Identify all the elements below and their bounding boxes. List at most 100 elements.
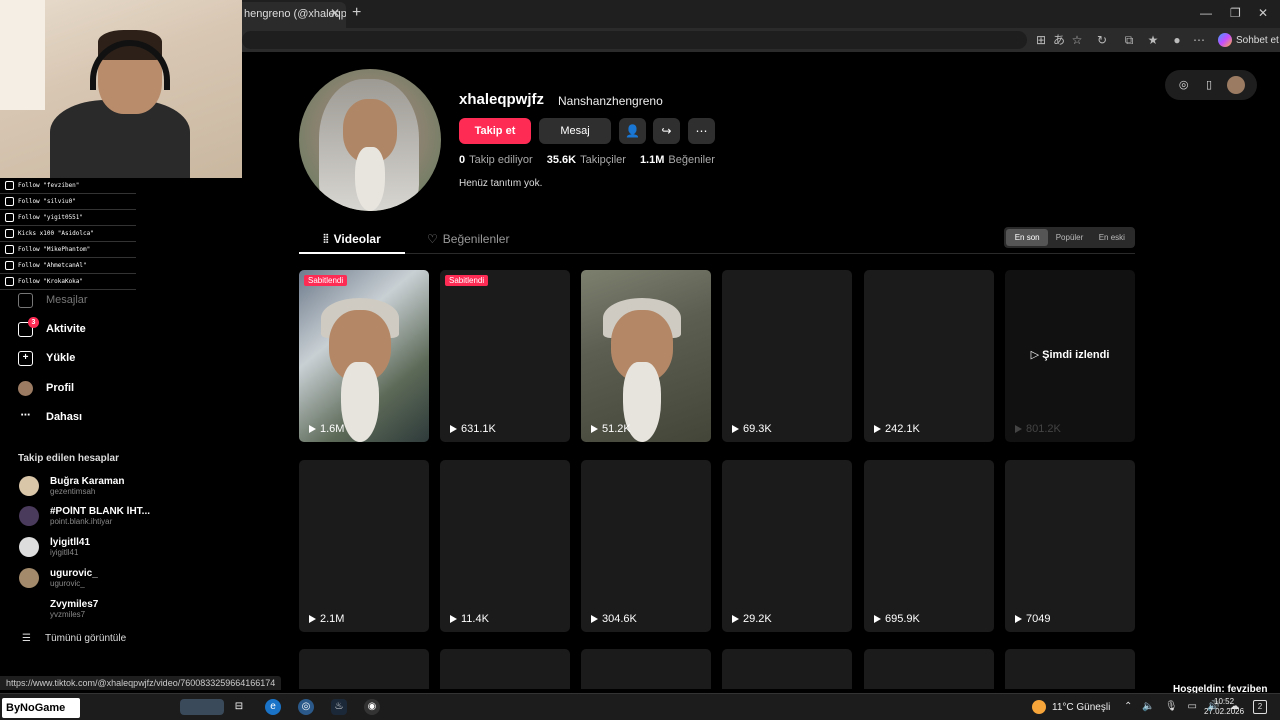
profile-avatar[interactable] (299, 69, 441, 211)
video-card[interactable]: 242.1K (864, 270, 994, 442)
sort-selector: En son Popüler En eski (1004, 227, 1135, 248)
close-tab-icon[interactable]: ✕ (330, 6, 340, 20)
play-icon (1015, 425, 1022, 433)
obs-icon[interactable]: ◉ (364, 699, 380, 715)
copilot-button[interactable]: Sohbet et (1218, 33, 1279, 47)
split-screen-icon[interactable]: ⧉ (1122, 33, 1136, 47)
nav-profile[interactable]: Profil (18, 378, 74, 398)
new-tab-icon[interactable]: + (352, 4, 361, 22)
video-card[interactable] (581, 649, 711, 689)
add-friend-icon[interactable]: 👤 (619, 118, 646, 144)
task-view-icon[interactable]: ⊟ (231, 699, 247, 715)
weather-widget[interactable]: 11°C Güneşli (1032, 700, 1110, 714)
activity-badge: 3 (28, 316, 39, 328)
minimize-icon[interactable]: — (1200, 6, 1212, 20)
heart-icon (5, 277, 14, 286)
view-count: 801.2K (1015, 423, 1061, 435)
following-account[interactable]: Zvymiles7 yvzmiles7 (19, 599, 150, 619)
profile-icon[interactable]: ● (1170, 33, 1184, 47)
message-button[interactable]: Mesaj (539, 118, 611, 144)
following-account[interactable]: ugurovic_ ugurovic_ (19, 568, 150, 588)
app-icon[interactable]: ◎ (298, 699, 314, 715)
refresh-icon[interactable]: ↻ (1095, 33, 1109, 47)
pinned-badge: Sabitlendi (304, 275, 348, 286)
following-account[interactable]: #POİNT BLANK İHT... point.blank.ihtiyar (19, 506, 150, 526)
follow-button[interactable]: Takip et (459, 118, 531, 144)
view-count: 1.6M (309, 423, 344, 435)
stat-followers[interactable]: 35.6K Takipçiler (547, 154, 626, 166)
maximize-icon[interactable]: ❐ (1230, 6, 1241, 20)
network-icon[interactable]: ▭ (1188, 701, 1197, 712)
video-card[interactable] (722, 649, 852, 689)
video-card[interactable]: 51.2K (581, 270, 711, 442)
sort-latest[interactable]: En son (1006, 229, 1049, 246)
more-icon[interactable]: ⋯ (1192, 33, 1206, 47)
see-all-following[interactable]: ☰ Tümünü görüntüle (22, 633, 126, 644)
video-card[interactable]: 69.3K (722, 270, 852, 442)
tab-videos[interactable]: ⦙⦙ Videolar (299, 232, 405, 254)
video-card[interactable]: 11.4K (440, 460, 570, 632)
translate-icon[interactable]: あ (1052, 33, 1066, 47)
chevron-up-icon[interactable]: ⌃ (1124, 701, 1132, 712)
sort-popular[interactable]: Popüler (1048, 229, 1090, 246)
video-card[interactable] (299, 649, 429, 689)
video-card[interactable]: 304.6K (581, 460, 711, 632)
share-icon[interactable]: ↪ (653, 118, 680, 144)
view-count: 51.2K (591, 423, 631, 435)
profile-stats: 0 Takip ediliyor 35.6K Takipçiler 1.1M Beğe… (459, 154, 715, 166)
avatar (19, 476, 39, 496)
heart-icon (5, 261, 14, 270)
view-count: 304.6K (591, 613, 637, 625)
video-card[interactable]: 7049 (1005, 460, 1135, 632)
compass-icon[interactable]: ◎ (1177, 78, 1191, 92)
more-options-icon[interactable]: ⋯ (688, 118, 715, 144)
video-card-watched[interactable]: ▷ Şimdi izlendi 801.2K (1005, 270, 1135, 442)
microphone-icon[interactable]: 🎙 (1165, 701, 1178, 712)
avatar (19, 568, 39, 588)
sort-oldest[interactable]: En eski (1091, 229, 1133, 246)
overlay-event: Follow "KrokaKoka" (0, 274, 136, 290)
steam-icon[interactable]: ♨ (331, 699, 347, 715)
kick-icon (5, 229, 14, 238)
notification-icon[interactable]: 2 (1253, 700, 1267, 714)
video-card[interactable]: 29.2K (722, 460, 852, 632)
avatar (19, 537, 39, 557)
video-card[interactable] (1005, 649, 1135, 689)
following-account[interactable]: İyigitll41 iyigitll41 (19, 537, 150, 557)
following-account[interactable]: Buğra Karaman gezentimsah (19, 476, 150, 496)
nav-activity[interactable]: 3 Aktivite (18, 316, 86, 339)
address-bar[interactable] (242, 31, 1027, 49)
favorite-star-icon[interactable]: ☆ (1070, 33, 1084, 47)
user-avatar[interactable] (1227, 76, 1246, 94)
stat-following[interactable]: 0 Takip ediliyor (459, 154, 533, 166)
sohbet-label: Sohbet et (1236, 34, 1279, 46)
clock[interactable]: 10:52 27.02.2026 (1204, 697, 1244, 717)
video-card[interactable] (864, 649, 994, 689)
nav-more[interactable]: ⋯ Dahası (18, 407, 83, 427)
sun-icon (1032, 700, 1046, 714)
browser-tab[interactable]: hengreno (@xhaleqpwjfz ✕ (236, 2, 346, 28)
edge-icon[interactable]: e (265, 699, 281, 715)
video-card[interactable]: Sabitlendi 631.1K (440, 270, 570, 442)
nav-messages[interactable]: Mesajlar (18, 290, 88, 310)
video-card[interactable]: 2.1M (299, 460, 429, 632)
video-card[interactable] (440, 649, 570, 689)
tab-liked[interactable]: ♡ Beğenilenler (427, 232, 509, 254)
profile-nickname: Nanshanzhengreno (558, 94, 663, 108)
webcam-overlay (0, 0, 242, 178)
play-icon (309, 615, 316, 623)
video-card[interactable]: 695.9K (864, 460, 994, 632)
apps-icon[interactable]: ⊞ (1034, 33, 1048, 47)
stream-events-overlay: Follow "fevziben" Follow "silviu0" Follo… (0, 178, 136, 290)
link-status-url: https://www.tiktok.com/@xhaleqpwjfz/vide… (0, 676, 282, 690)
profile-avatar-icon (18, 380, 33, 396)
video-card[interactable]: Sabitlendi 1.6M (299, 270, 429, 442)
play-icon (591, 425, 598, 433)
speaker-icon[interactable]: 🔈 (1142, 701, 1154, 712)
nav-upload[interactable]: + Yükle (18, 348, 75, 368)
view-count: 242.1K (874, 423, 920, 435)
phone-icon[interactable]: ▯ (1202, 78, 1216, 92)
thumb-beard (341, 362, 379, 442)
favorites-icon[interactable]: ★ (1146, 33, 1160, 47)
close-window-icon[interactable]: ✕ (1258, 6, 1268, 20)
